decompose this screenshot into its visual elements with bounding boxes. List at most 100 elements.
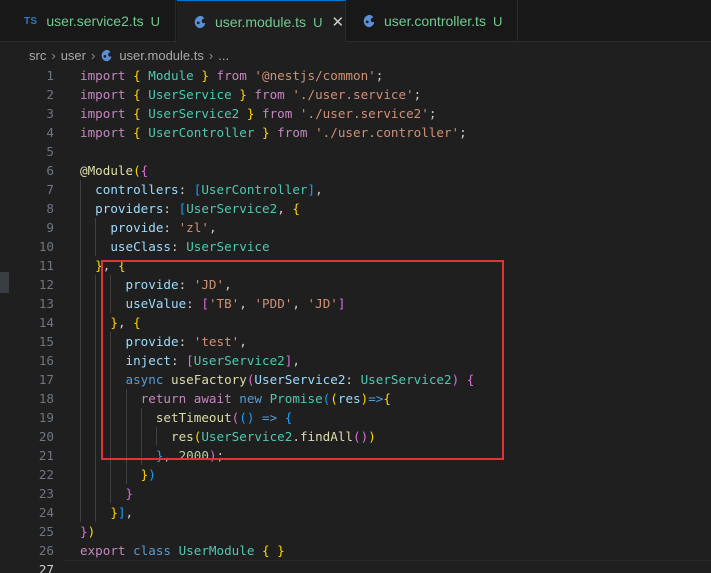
breadcrumb-item-symbols[interactable]: ... bbox=[218, 48, 229, 63]
code-line[interactable]: 8 providers: [UserService2, { bbox=[0, 199, 711, 218]
code-token: ) bbox=[148, 467, 156, 482]
code-line[interactable]: 4 import { UserController } from './user.… bbox=[0, 123, 711, 142]
code-token: UserService2 bbox=[201, 429, 293, 444]
code-line[interactable]: 1 import { Module } from '@nestjs/common'… bbox=[0, 66, 711, 85]
code-text: }], bbox=[80, 503, 133, 522]
code-editor[interactable]: 1 import { Module } from '@nestjs/common'… bbox=[0, 66, 711, 573]
editor-tab-bar: TS user.service2.ts U user.module.ts U ✕… bbox=[0, 0, 711, 43]
close-icon[interactable]: ✕ bbox=[331, 15, 344, 30]
line-number: 3 bbox=[46, 106, 54, 121]
code-line[interactable]: 20 res(UserService2.findAll()) bbox=[0, 427, 711, 446]
tab-label: user.module.ts bbox=[215, 14, 307, 30]
code-token: ] bbox=[307, 182, 316, 197]
code-token: 'zl' bbox=[178, 220, 209, 235]
line-number: 23 bbox=[38, 486, 54, 501]
code-line[interactable]: 14 }, { bbox=[0, 313, 711, 332]
code-token: { bbox=[284, 410, 293, 425]
code-token: , bbox=[277, 201, 293, 216]
code-text: import { UserController } from './user.c… bbox=[80, 123, 467, 142]
code-line[interactable]: 17 async useFactory(UserService2: UserSe… bbox=[0, 370, 711, 389]
tab-user-service2[interactable]: TS user.service2.ts U bbox=[0, 0, 176, 42]
code-token: providers bbox=[95, 201, 164, 216]
code-token: , bbox=[315, 182, 323, 197]
code-token: ; bbox=[459, 125, 467, 140]
code-text: @Module({ bbox=[80, 161, 148, 180]
code-text: import { UserService } from './user.serv… bbox=[80, 85, 421, 104]
code-line[interactable]: 18 return await new Promise((res)=>{ bbox=[0, 389, 711, 408]
code-line[interactable]: 23 } bbox=[0, 484, 711, 503]
code-line[interactable]: 9 provide: 'zl', bbox=[0, 218, 711, 237]
code-token: } bbox=[125, 486, 134, 501]
breadcrumb-item-user[interactable]: user bbox=[61, 48, 86, 63]
code-line[interactable]: 19 setTimeout(() => { bbox=[0, 408, 711, 427]
code-token: : bbox=[178, 182, 194, 197]
line-number: 14 bbox=[38, 315, 54, 330]
code-text: res(UserService2.findAll()) bbox=[80, 427, 376, 446]
code-token: UserService2 bbox=[254, 372, 346, 387]
code-line[interactable]: 15 provide: 'test', bbox=[0, 332, 711, 351]
code-token: import bbox=[80, 106, 134, 121]
code-token: => bbox=[368, 391, 384, 406]
code-text: }) bbox=[80, 465, 156, 484]
tab-label: user.service2.ts bbox=[46, 13, 144, 29]
tab-user-controller[interactable]: user.controller.ts U bbox=[346, 0, 518, 42]
code-token: from bbox=[254, 106, 300, 121]
line-number: 22 bbox=[38, 467, 54, 482]
code-line[interactable]: 12 provide: 'JD', bbox=[0, 275, 711, 294]
untracked-badge: U bbox=[313, 14, 323, 30]
code-token: 'PDD' bbox=[254, 296, 293, 311]
line-number: 2 bbox=[46, 87, 54, 102]
line-number: 8 bbox=[46, 201, 54, 216]
code-token: { bbox=[133, 68, 149, 83]
code-token: () bbox=[239, 410, 255, 425]
code-line[interactable]: 24 }], bbox=[0, 503, 711, 522]
code-token: ; bbox=[428, 106, 437, 121]
code-line[interactable]: 6 @Module({ bbox=[0, 161, 711, 180]
code-line[interactable]: 21 }, 2000); bbox=[0, 446, 711, 465]
breadcrumb-item-src[interactable]: src bbox=[29, 48, 46, 63]
code-token: , bbox=[292, 353, 300, 368]
code-token: './user.controller' bbox=[315, 125, 460, 140]
code-token: 2000 bbox=[178, 448, 209, 463]
code-text: }, { bbox=[80, 313, 141, 332]
code-line[interactable]: 3 import { UserService2 } from './user.se… bbox=[0, 104, 711, 123]
nestjs-icon bbox=[101, 49, 112, 61]
code-token: { bbox=[133, 125, 149, 140]
code-token: { bbox=[133, 315, 141, 330]
code-line[interactable]: 26 export class UserModule { } bbox=[0, 541, 711, 560]
tab-user-module[interactable]: user.module.ts U ✕ bbox=[177, 0, 346, 43]
line-number: 12 bbox=[38, 277, 54, 292]
code-token: : bbox=[178, 277, 194, 292]
code-line[interactable]: 16 inject: [UserService2], bbox=[0, 351, 711, 370]
line-number: 26 bbox=[38, 543, 54, 558]
code-token: UserService bbox=[148, 87, 232, 102]
code-line[interactable]: 25}) bbox=[0, 522, 711, 541]
code-token: inject bbox=[125, 353, 172, 368]
code-token: { bbox=[292, 201, 300, 216]
breadcrumb-item-file[interactable]: user.module.ts bbox=[119, 48, 204, 63]
code-token: Module bbox=[148, 68, 194, 83]
code-line[interactable]: 22 }) bbox=[0, 465, 711, 484]
line-number: 18 bbox=[38, 391, 54, 406]
code-line[interactable]: 2 import { UserService } from './user.ser… bbox=[0, 85, 711, 104]
code-line[interactable]: 5 bbox=[0, 142, 711, 161]
code-token: ( bbox=[330, 391, 338, 406]
code-text: }, 2000); bbox=[80, 446, 224, 465]
code-token: UserService2 bbox=[186, 201, 278, 216]
code-line[interactable]: 13 useValue: ['TB', 'PDD', 'JD'] bbox=[0, 294, 711, 313]
code-line[interactable]: 27 bbox=[0, 560, 711, 573]
code-token: findAll bbox=[299, 429, 354, 444]
code-line[interactable]: 10 useClass: UserService bbox=[0, 237, 711, 256]
code-token: UserController bbox=[148, 125, 255, 140]
code-line[interactable]: 11 }, { bbox=[0, 256, 711, 275]
code-token: useFactory bbox=[171, 372, 247, 387]
code-text: import { UserService2 } from './user.ser… bbox=[80, 104, 436, 123]
code-line[interactable]: 7 controllers: [UserController], bbox=[0, 180, 711, 199]
